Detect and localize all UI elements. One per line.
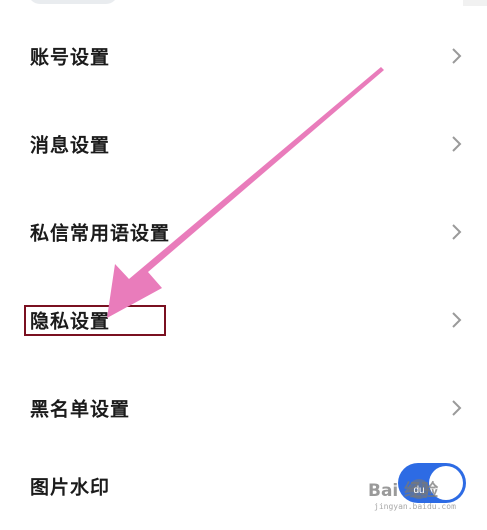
top-edge-shadow-right	[463, 0, 487, 6]
baidu-jingyan-watermark: Bai 经验 du jingyan.baidu.com	[368, 470, 484, 522]
settings-item-dm-phrases[interactable]: 私信常用语设置	[0, 188, 487, 276]
settings-item-blacklist[interactable]: 黑名单设置	[0, 364, 487, 452]
settings-item-message[interactable]: 消息设置	[0, 100, 487, 188]
chevron-right-icon	[452, 224, 462, 240]
watermark-url: jingyan.baidu.com	[374, 502, 456, 511]
privacy-highlight-box	[24, 305, 166, 336]
baidu-paw-icon: du	[409, 479, 429, 499]
settings-item-label: 私信常用语设置	[30, 222, 171, 245]
chevron-right-icon	[452, 400, 462, 416]
settings-item-label: 黑名单设置	[30, 398, 131, 421]
chevron-right-icon	[452, 136, 462, 152]
settings-item-account[interactable]: 账号设置	[0, 12, 487, 100]
settings-item-label: 图片水印	[30, 476, 111, 499]
watermark-brand-mark: du	[413, 485, 424, 496]
settings-item-label: 账号设置	[30, 46, 111, 69]
settings-item-label: 消息设置	[30, 134, 111, 157]
top-edge-shadow	[28, 0, 118, 4]
chevron-right-icon	[452, 48, 462, 64]
chevron-right-icon	[452, 312, 462, 328]
